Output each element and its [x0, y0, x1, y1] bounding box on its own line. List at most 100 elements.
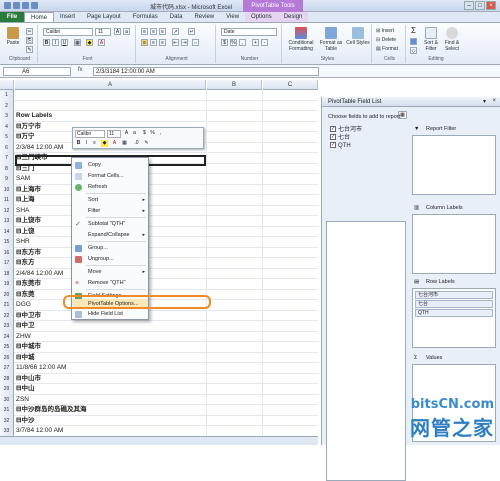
tab-view[interactable]: View [220, 12, 245, 22]
table-row[interactable]: 31 ⊟中沙群岛的岛礁及其海 [0, 405, 318, 416]
table-row[interactable]: 16 ⊟东方市 [0, 247, 318, 258]
font-color-icon[interactable]: A [98, 39, 105, 46]
row-number[interactable]: 4 [0, 121, 14, 132]
align-top-icon[interactable]: ≡ [141, 28, 148, 35]
increase-indent-icon[interactable]: ⇥ [181, 39, 188, 46]
tab-options[interactable]: Options [245, 12, 278, 22]
menu-format-cells[interactable]: Format Cells... [72, 171, 148, 181]
row-number[interactable]: 10 [0, 184, 14, 195]
row-number[interactable]: 7 [0, 153, 14, 164]
cell-a[interactable]: ⊟上饶市 [16, 216, 41, 226]
merge-center-icon[interactable]: ⇔ [192, 39, 199, 46]
tab-formulas[interactable]: Formulas [127, 12, 164, 22]
column-header-b[interactable]: B [207, 80, 262, 90]
grow-font-icon[interactable]: A [114, 28, 121, 35]
row-number[interactable]: 16 [0, 247, 14, 258]
table-row[interactable]: 13 ⊟上饶市 [0, 216, 318, 227]
row-number[interactable]: 14 [0, 226, 14, 237]
row-number[interactable]: 29 [0, 384, 14, 395]
row-number[interactable]: 6 [0, 142, 14, 153]
undo-icon[interactable] [22, 2, 29, 9]
close-icon[interactable]: × [486, 1, 496, 10]
cell-a[interactable]: ⊟上饶 [16, 227, 34, 237]
table-row[interactable]: 32 ⊟中沙 [0, 415, 318, 426]
row-number[interactable]: 5 [0, 132, 14, 143]
row-number[interactable]: 17 [0, 258, 14, 269]
table-row[interactable]: 24 ZHW [0, 331, 318, 342]
mini-bold-icon[interactable]: B [75, 140, 82, 147]
table-row[interactable]: 14 ⊟上饶 [0, 226, 318, 237]
menu-copy[interactable]: Copy [72, 160, 148, 170]
row-number[interactable]: 2 [0, 100, 14, 111]
row-number[interactable]: 22 [0, 310, 14, 321]
table-row[interactable]: 15 SHR [0, 237, 318, 248]
row-number[interactable]: 28 [0, 373, 14, 384]
align-left-icon[interactable]: ≡ [141, 39, 148, 46]
cell-a[interactable]: ⊟中城市 [16, 342, 41, 352]
cell-a[interactable]: ZSN [16, 395, 29, 405]
cell-a[interactable]: ⊟东莞市 [16, 279, 41, 289]
conditional-formatting-button[interactable]: Conditional Formatting [286, 27, 316, 52]
row-number[interactable]: 1 [0, 90, 14, 101]
cell-a[interactable]: ⊟万宁市 [16, 122, 41, 132]
table-row[interactable]: 22 ⊟中卫市 [0, 310, 318, 321]
cell-a[interactable]: ZHW [16, 332, 31, 342]
column-header-a[interactable]: A [15, 80, 206, 90]
row-number[interactable]: 30 [0, 394, 14, 405]
mini-align-icon[interactable]: ≡ [91, 140, 98, 147]
menu-remove-field[interactable]: × Remove "QTH" [72, 278, 148, 288]
cut-icon[interactable]: ✂ [26, 28, 33, 35]
table-row[interactable]: 23 ⊟中卫 [0, 321, 318, 332]
copy-icon[interactable]: ⎘ [26, 37, 33, 44]
row-number[interactable]: 9 [0, 174, 14, 185]
column-header-c[interactable]: C [263, 80, 318, 90]
comma-icon[interactable]: , [239, 39, 246, 46]
cell-a[interactable]: SHA [16, 206, 29, 216]
table-row[interactable]: 30 ZSN [0, 394, 318, 405]
cell-a[interactable]: ⊟中山 [16, 384, 34, 394]
redo-icon[interactable] [31, 2, 38, 9]
mini-size-select[interactable]: 11 [107, 130, 121, 138]
clear-icon[interactable]: ◇ [410, 47, 417, 54]
format-as-table-button[interactable]: Format as Table [318, 27, 344, 52]
sort-filter-button[interactable]: Sort & Filter [421, 27, 441, 52]
cell-a[interactable]: ⊟上海市 [16, 185, 41, 195]
cell-a[interactable]: ⊟中城 [16, 353, 34, 363]
tab-file[interactable]: File [0, 12, 24, 22]
mini-currency-icon[interactable]: $ [141, 130, 148, 137]
mini-font-color-icon[interactable]: A [111, 140, 118, 147]
table-row[interactable]: 18 2/4/84 12:00 AM [0, 268, 318, 279]
decrease-indent-icon[interactable]: ⇤ [172, 39, 179, 46]
row-number[interactable]: 12 [0, 205, 14, 216]
cell-a[interactable]: ⊟东莞 [16, 290, 34, 300]
field-qitaihe-shi[interactable]: ✓ 七台河市 [330, 126, 362, 134]
cell-a[interactable]: ⊟中山市 [16, 374, 41, 384]
menu-move[interactable]: Move ▸ [72, 267, 148, 277]
borders-icon[interactable]: ▦ [74, 39, 81, 46]
delete-button[interactable]: ⊟ Delete [376, 37, 396, 43]
tab-design[interactable]: Design [277, 12, 309, 22]
align-middle-icon[interactable]: ≡ [150, 28, 157, 35]
row-labels-area[interactable]: 七台河市 七台 QTH [412, 288, 496, 348]
pane-close-icon[interactable]: × [492, 98, 496, 104]
bold-icon[interactable]: B [43, 39, 50, 46]
cell-a[interactable]: ⊟东方市 [16, 248, 41, 258]
shrink-font-icon[interactable]: a [123, 28, 130, 35]
table-row[interactable]: 29 ⊟中山 [0, 384, 318, 395]
row-number[interactable]: 27 [0, 363, 14, 374]
mini-fill-color-icon[interactable]: ◆ [101, 140, 108, 147]
table-row[interactable]: 12 SHA [0, 205, 318, 216]
table-row[interactable]: 17 ⊟东方 [0, 258, 318, 269]
table-row[interactable]: 1 [0, 90, 318, 101]
row-number[interactable]: 32 [0, 415, 14, 426]
table-row[interactable]: 3 Row Labels [0, 111, 318, 122]
cell-a[interactable]: ⊟东方 [16, 258, 34, 268]
mini-font-select[interactable]: Calibri [75, 130, 105, 138]
cell-a[interactable]: 2/4/84 12:00 AM [16, 269, 63, 279]
menu-sort[interactable]: Sort ▸ [72, 195, 148, 205]
cell-a[interactable]: ⊟中沙 [16, 416, 34, 426]
fill-icon[interactable] [410, 38, 417, 45]
table-row[interactable]: 2 [0, 100, 318, 111]
fx-icon[interactable]: fx [78, 67, 83, 73]
autosum-icon[interactable]: Σ [410, 27, 417, 35]
